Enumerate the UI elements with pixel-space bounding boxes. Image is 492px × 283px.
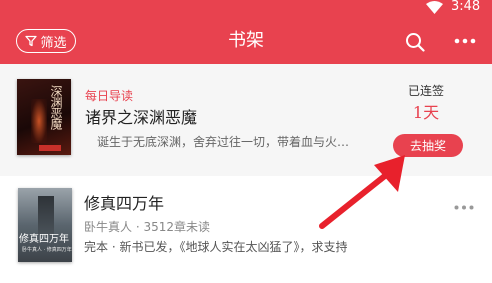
cover-art (38, 196, 54, 236)
search-icon[interactable] (405, 32, 425, 52)
book-cover[interactable]: 修真四万年 卧牛真人 · 修真四万年 (18, 188, 72, 262)
list-item[interactable]: 修真四万年 卧牛真人 · 修真四万年 修真四万年 卧牛真人 · 3512章未读 … (0, 176, 492, 283)
book-meta: 卧牛真人 · 3512章未读 (84, 220, 210, 234)
book-title: 修真四万年 (84, 194, 165, 213)
checkin-streak-label: 已连签 (407, 84, 444, 98)
publisher-badge (39, 145, 61, 151)
book-cover[interactable]: 深渊恶魔 (17, 79, 71, 155)
checkin-streak-days: 1天 (412, 103, 440, 122)
app-header: 3:48 筛选 书架 (0, 0, 492, 64)
wifi-icon (426, 1, 443, 14)
daily-guide-tag: 每日导读 (85, 89, 134, 103)
cover-subtitle: 卧牛真人 · 修真四万年 (22, 247, 72, 253)
bookshelf-screen: 3:48 筛选 书架 深渊恶魔 每日导读 诸界之深渊恶魔 诞生于无底深渊，舍弃过… (0, 0, 492, 283)
cover-title: 深渊恶魔 (49, 85, 63, 129)
more-horizontal-icon[interactable] (454, 205, 474, 210)
cover-art (31, 99, 47, 143)
book-description: 完本 · 新书已发，《地球人实在太凶猛了》，求支持 (84, 240, 348, 254)
more-horizontal-icon[interactable] (454, 38, 476, 44)
featured-book-row[interactable]: 深渊恶魔 每日导读 诸界之深渊恶魔 诞生于无底深渊，舍弃过往一切，带着血与火… … (0, 64, 492, 176)
status-time: 3:48 (451, 0, 481, 14)
status-bar: 3:48 (0, 0, 492, 16)
cover-title: 修真四万年 (19, 234, 69, 245)
lottery-button[interactable]: 去抽奖 (393, 134, 463, 157)
book-title: 诸界之深渊恶魔 (85, 108, 198, 127)
book-description: 诞生于无底深渊，舍弃过往一切，带着血与火… (97, 135, 350, 149)
